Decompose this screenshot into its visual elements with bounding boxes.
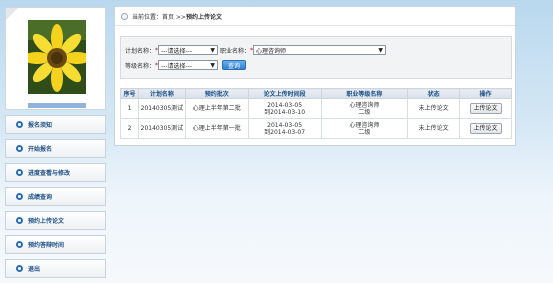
profession-select[interactable]: 心理咨询师 ▼ [253, 45, 387, 55]
cell-period: 2014-03-05 到2014-03-10 [247, 98, 322, 119]
col-header-status: 状态 [407, 88, 461, 99]
cell-batch: 心理上半年第二批 [184, 98, 249, 119]
col-header-batch: 预约批次 [184, 88, 249, 99]
sidebar-item-logout[interactable]: 退出 [5, 259, 106, 278]
cell-batch: 心理上半年第一批 [184, 118, 249, 139]
query-button[interactable]: 查询 [222, 60, 247, 70]
sidebar-item-label: 退出 [28, 266, 41, 273]
plan-label: 计划名称： [125, 47, 156, 55]
table-header-row: 序号 计划名称 预约批次 论文上传时间段 职业等级名称 状态 操作 [120, 88, 512, 99]
bullet-ring-icon [16, 169, 23, 176]
cell-status: 未上传论文 [407, 98, 461, 119]
chevron-down-icon: ▼ [210, 61, 216, 69]
col-header-plan: 计划名称 [137, 88, 186, 99]
sidebar-item-label: 进度查看与修改 [28, 170, 71, 177]
cell-period: 2014-03-05 到2014-03-07 [247, 118, 322, 139]
sidebar-item-registration-notice[interactable]: 报名须知 [5, 115, 106, 134]
plan-select-value: ---请选择--- [161, 47, 193, 55]
profession-label: 职业名称： [220, 47, 251, 55]
sidebar-item-label: 成绩查询 [28, 194, 53, 201]
sidebar-item-start-registration[interactable]: 开始报名 [5, 139, 106, 158]
period-end: 到2014-03-10 [264, 108, 306, 116]
col-header-level: 职业等级名称 [320, 88, 409, 99]
sidebar-item-label: 预约上传论文 [28, 218, 65, 225]
sidebar-item-label: 开始报名 [28, 146, 53, 153]
sidebar-item-label: 报名须知 [28, 122, 53, 129]
bullet-ring-icon [16, 193, 23, 200]
col-header-period: 论文上传时间段 [247, 88, 322, 99]
filter-form: 计划名称： * ---请选择--- ▼ 职业名称： * 心理咨询师 ▼ 等级名称… [120, 36, 512, 79]
paper-table: 序号 计划名称 预约批次 论文上传时间段 职业等级名称 状态 操作 1 2014… [120, 88, 512, 139]
chevron-down-icon: ▼ [210, 46, 216, 54]
period-start: 2014-03-05 [267, 121, 303, 129]
table-row: 1 20140305测试 心理上半年第二批 2014-03-05 到2014-0… [120, 98, 512, 119]
location-icon [121, 12, 128, 20]
chevron-down-icon: ▼ [378, 46, 384, 54]
cell-level: 心理咨询师 二级 [320, 98, 409, 119]
bullet-ring-icon [16, 121, 23, 128]
cell-plan: 20140305测试 [137, 118, 186, 139]
breadcrumb-prefix: 当前位置：首页 >> [132, 13, 186, 21]
sidebar-item-score-query[interactable]: 成绩查询 [5, 187, 106, 206]
upload-paper-button[interactable]: 上传论文 [469, 123, 502, 134]
breadcrumb: 当前位置：首页 >> 预约上传论文 [115, 7, 515, 26]
left-sidebar: 报名须知 开始报名 进度查看与修改 成绩查询 预约上传论文 预约答辩时间 退出 [5, 7, 106, 283]
filter-row-2: 等级名称： * ---请选择--- ▼ 查询 [125, 60, 247, 70]
bullet-ring-icon [16, 145, 23, 152]
bullet-ring-icon [16, 241, 23, 248]
cell-action: 上传论文 [459, 98, 512, 119]
user-photo-card [5, 7, 106, 110]
level-select[interactable]: ---请选择--- ▼ [158, 60, 219, 70]
main-panel: 当前位置：首页 >> 预约上传论文 计划名称： * ---请选择--- ▼ 职业… [114, 6, 516, 146]
plan-select[interactable]: ---请选择--- ▼ [158, 45, 219, 55]
cell-plan: 20140305测试 [137, 98, 186, 119]
level-select-value: ---请选择--- [161, 62, 193, 70]
sidebar-item-upload-paper[interactable]: 预约上传论文 [5, 211, 106, 230]
period-start: 2014-03-05 [267, 101, 303, 109]
cell-index: 1 [120, 98, 139, 119]
col-header-index: 序号 [120, 88, 139, 99]
bullet-ring-icon [16, 217, 23, 224]
profession-select-value: 心理咨询师 [256, 47, 287, 55]
cell-status: 未上传论文 [407, 118, 461, 139]
cell-action: 上传论文 [459, 118, 512, 139]
level-name: 二级 [358, 108, 371, 116]
profession-name: 心理咨询师 [349, 121, 380, 129]
sidebar-item-label: 预约答辩时间 [28, 242, 65, 249]
card-corner-decoration [6, 8, 18, 20]
level-label: 等级名称： [125, 62, 156, 70]
user-name-bar [28, 103, 86, 108]
col-header-action: 操作 [459, 88, 512, 99]
profession-name: 心理咨询师 [349, 101, 380, 109]
cell-index: 2 [120, 118, 139, 139]
sunflower-image [28, 20, 86, 94]
breadcrumb-current: 预约上传论文 [185, 13, 222, 21]
upload-paper-button[interactable]: 上传论文 [469, 103, 502, 114]
sidebar-item-defense-time[interactable]: 预约答辩时间 [5, 235, 106, 254]
cell-level: 心理咨询师 二级 [320, 118, 409, 139]
sidebar-item-progress[interactable]: 进度查看与修改 [5, 163, 106, 182]
table-row: 2 20140305测试 心理上半年第一批 2014-03-05 到2014-0… [120, 118, 512, 139]
period-end: 到2014-03-07 [264, 128, 306, 136]
bullet-ring-icon [16, 265, 23, 272]
level-name: 二级 [358, 128, 371, 136]
filter-row-1: 计划名称： * ---请选择--- ▼ 职业名称： * 心理咨询师 ▼ [125, 45, 387, 55]
user-photo [28, 20, 86, 94]
